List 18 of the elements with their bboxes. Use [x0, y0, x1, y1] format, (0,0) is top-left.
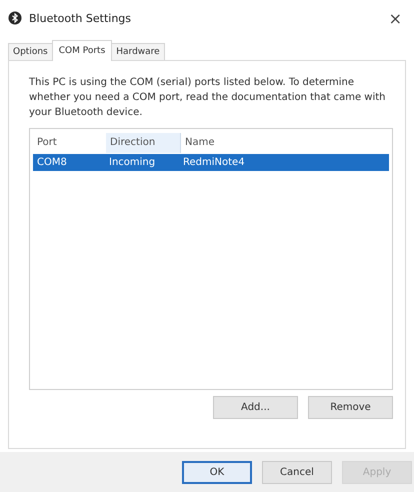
table-cell-text: Incoming	[108, 157, 156, 168]
bluetooth-icon	[8, 11, 22, 25]
tab[interactable]: COM Ports	[52, 40, 112, 61]
dialog-button[interactable]: Cancel	[262, 460, 332, 484]
column-header[interactable]: Name	[181, 133, 389, 153]
tab[interactable]: Options	[8, 43, 53, 60]
dialog-button[interactable]: OK	[182, 460, 252, 484]
list-row[interactable]: COM8 Incoming RedmiNote4	[33, 154, 389, 171]
list-button[interactable]: Remove	[308, 396, 393, 419]
close-button[interactable]: ×	[386, 8, 404, 28]
table-cell-text: COM8	[36, 157, 68, 168]
column-header[interactable]: Direction	[106, 133, 181, 153]
table-cell-text: RedmiNote4	[182, 157, 246, 168]
description-text: This PC is using the COM (serial) ports listed below. To determine whether you need a COM port, read the documentation that came with your Bluetooth device.	[29, 76, 387, 120]
list-button[interactable]: Add...	[213, 396, 298, 419]
tab[interactable]: Hardware	[111, 43, 165, 60]
column-header[interactable]: Port	[33, 133, 106, 153]
window-title: Bluetooth Settings	[29, 12, 132, 24]
